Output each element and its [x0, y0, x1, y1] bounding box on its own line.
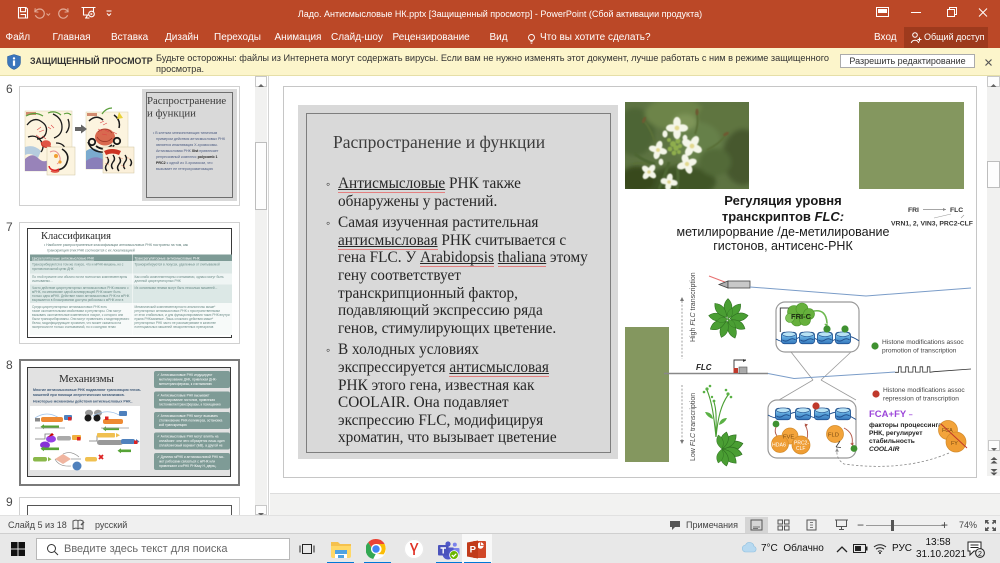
svg-text:FLC: FLC — [950, 207, 963, 214]
svg-text:Histone modifications assoc: Histone modifications assoc — [883, 387, 965, 394]
svg-text:✓ Антисмысловые РНК вызывают: ✓ Антисмысловые РНК вызывают — [157, 394, 210, 398]
svg-text:FY: FY — [951, 441, 958, 447]
svg-text:FCA+FY –: FCA+FY – — [869, 409, 913, 420]
svg-text:считываемо...: считываемо... — [32, 279, 53, 283]
svg-text:выражается в блокировании дост: выражается в блокировании доступа рибосо… — [32, 298, 124, 302]
svg-text:promotion of transcription: promotion of transcription — [882, 348, 957, 355]
svg-text:стабильность: стабильность — [869, 437, 915, 445]
svg-text:и функции: и функции — [147, 108, 196, 120]
svg-text:длинной цисрегуляторных РНК: длинной цисрегуляторных РНК — [135, 279, 181, 283]
svg-text:CLF: CLF — [796, 446, 805, 452]
svg-text:транскрипция этих РНК соотноси: транскрипция этих РНК соотносится с их л… — [47, 249, 135, 253]
svg-text:метилирование ДНК, привлекая Д: метилирование ДНК, привлекая ДНК- — [159, 378, 217, 382]
svg-text:FLD: FLD — [828, 433, 839, 439]
svg-text:FRI-C: FRI-C — [791, 312, 812, 321]
svg-text:P: P — [470, 545, 477, 556]
svg-text:репрессивный комплекс polycomb: репрессивный комплекс polycomb 1 — [156, 155, 218, 159]
svg-text:является инактивация Х-хромосо: является инактивация Х-хромосомы. — [156, 143, 218, 147]
svg-text:Механизмы: Механизмы — [59, 373, 115, 385]
svg-text:Транскрибируются в локусах, уд: Транскрибируются в локусах, удаленных от… — [135, 263, 220, 267]
svg-text:экспрессии не только считываем: экспрессии не только считываемой, но и с… — [32, 325, 116, 329]
svg-text:привлекают к мРНК РНКазу Н, дв: привлекают к мРНК РНКазу Н, двухц. — [159, 464, 216, 468]
svg-text:потенциальных мишеней лекарств: потенциальных мишеней лекарственных преп… — [135, 325, 214, 329]
svg-text:Многие антисмысловые РНК подав: Многие антисмысловые РНК подавляют транс… — [33, 388, 142, 392]
svg-text:гистонметилтрансферазы, к похи: гистонметилтрансферазы, к похищению — [159, 403, 221, 407]
svg-text:VRN1, 2, VIN3, PRC2-CLF: VRN1, 2, VIN3, PRC2-CLF — [891, 221, 973, 228]
svg-text:COOLAIR: COOLAIR — [869, 446, 900, 453]
svg-text:• В клетках млекопитающих типи: • В клетках млекопитающих типичным — [153, 131, 218, 135]
svg-text:факторы процессинга: факторы процессинга — [869, 422, 942, 429]
svg-text:✓ Антисмысловые РНК индуцируют: ✓ Антисмысловые РНК индуцируют — [157, 373, 213, 377]
svg-text:repression of transcription: repression of transcription — [883, 396, 959, 403]
svg-text:Трансрегуляторные антисмысловы: Трансрегуляторные антисмысловые РНК — [135, 256, 200, 260]
svg-text:примером действия антисмысловы: примером действия антисмысловых РНК — [156, 137, 226, 141]
svg-text:FLC: FLC — [696, 363, 712, 372]
svg-text:метилирование гистонов, привле: метилирование гистонов, привлекая — [159, 398, 215, 402]
svg-text:противоположной цепи ДНК: противоположной цепи ДНК — [32, 267, 74, 271]
svg-text:Некоторые механизмы действия а: Некоторые механизмы действия антисмыслов… — [33, 400, 133, 404]
svg-text:мишеней при помощи энергетичес: мишеней при помощи энергетических механи… — [33, 393, 125, 397]
svg-text:жет рибосами связаться с мРНК: жет рибосами связаться с мРНК или — [159, 460, 215, 464]
svg-text:✓ Антисмысловые РНК могут вызы: ✓ Антисмысловые РНК могут вызывать — [157, 414, 218, 418]
svg-text:Распространение: Распространение — [147, 95, 226, 107]
svg-text:PRC2 к одной из Х-хромосом, чт: PRC2 к одной из Х-хромосом, что — [156, 161, 212, 165]
svg-text:кой транскрипцию: кой транскрипцию — [159, 423, 187, 427]
svg-text:HDA6: HDA6 — [772, 443, 786, 449]
svg-text:столкновение РНК-полимераз, ос: столкновение РНК-полимераз, остановка — [159, 419, 223, 423]
svg-text:Транскрибируются в том же локу: Транскрибируются в том же локусе, что и … — [32, 263, 124, 267]
svg-text:2: 2 — [978, 551, 982, 558]
svg-text:Low FLC transcription: Low FLC transcription — [690, 393, 697, 461]
svg-text:FVE: FVE — [783, 435, 794, 441]
svg-text:Цисрегуляторные антисмысловые: Цисрегуляторные антисмысловые РНК — [32, 256, 94, 260]
svg-text:метилтрансферазы, к считыванию: метилтрансферазы, к считыванию — [159, 382, 212, 386]
svg-text:• Наиболее распространенные к: • Наиболее распространенные классификаци… — [44, 243, 189, 247]
svg-text:High FLC transcription: High FLC transcription — [690, 272, 697, 342]
svg-text:Классификация: Классификация — [41, 231, 111, 242]
svg-text:✓ Антисмысловые РНК могут влия: ✓ Антисмысловые РНК могут влиять на — [157, 435, 219, 439]
svg-text:FRI: FRI — [908, 207, 919, 214]
svg-text:сплайсинговый вариант (IкB), а: сплайсинговый вариант (IкB), а другой не — [159, 444, 223, 448]
svg-text:Антисмысловая РНК Xist привлек: Антисмысловая РНК Xist привлекает — [156, 149, 219, 153]
svg-text:✓ Дуплекс мРНК и антисмысловой: ✓ Дуплекс мРНК и антисмысловой РНК мо- — [157, 455, 224, 459]
svg-text:сплайсинг: они чего образуется: сплайсинг: они чего образуется лишь один — [159, 439, 225, 443]
svg-text:Их основными генами могут быть: Их основными генами могут быть несколько… — [135, 286, 218, 290]
svg-text:вызывает ее гетерохроматизацию: вызывает ее гетерохроматизацию — [156, 167, 213, 171]
svg-text:Histone modifications assoc: Histone modifications assoc — [882, 339, 964, 346]
svg-text:РНК, регулирует: РНК, регулирует — [869, 430, 923, 437]
